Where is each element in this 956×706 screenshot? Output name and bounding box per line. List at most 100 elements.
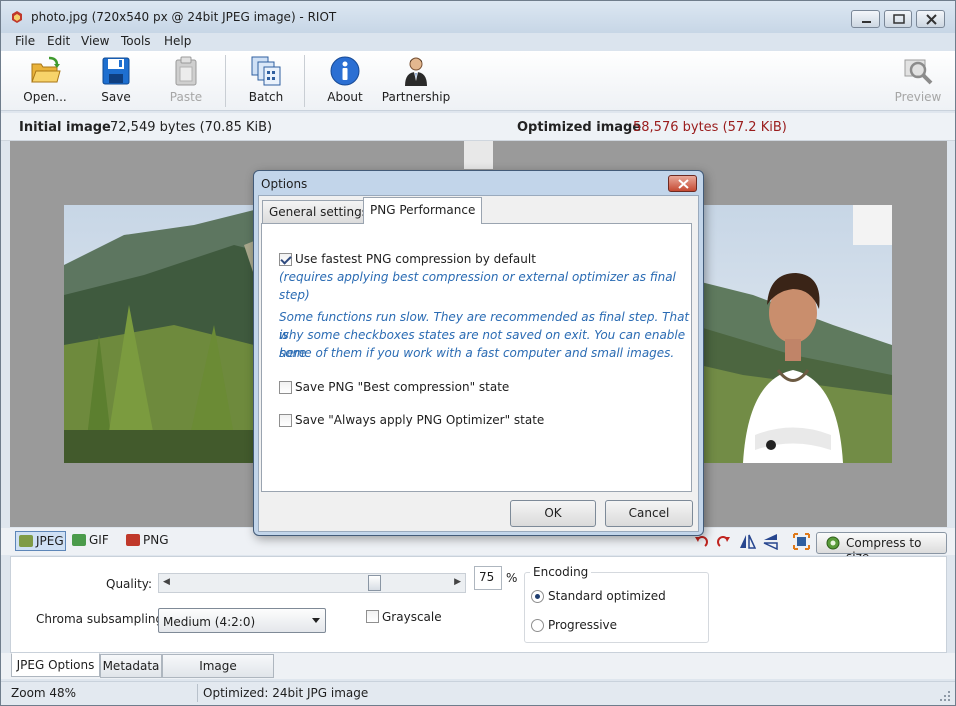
riot-window: photo.jpg (720x540 px @ 24bit JPEG image… xyxy=(0,0,956,706)
chroma-subsampling-value: Medium (4:2:0) xyxy=(163,615,256,629)
status-divider xyxy=(197,684,198,702)
menu-help[interactable]: Help xyxy=(164,34,191,48)
slider-left-arrow-icon[interactable]: ◀ xyxy=(163,577,170,587)
batch-button[interactable]: Batch xyxy=(241,51,291,109)
chroma-subsampling-select[interactable]: Medium (4:2:0) xyxy=(158,608,326,633)
open-folder-icon xyxy=(31,56,61,83)
partnership-label: Partnership xyxy=(381,90,451,104)
title-bar: photo.jpg (720x540 px @ 24bit JPEG image… xyxy=(1,1,955,33)
options-dialog: Options General settings PNG Performance… xyxy=(253,170,704,536)
cancel-button[interactable]: Cancel xyxy=(605,500,693,527)
compress-to-size-button[interactable]: Compress to size xyxy=(816,532,947,564)
preview-label: Preview xyxy=(894,90,942,104)
ok-button[interactable]: OK xyxy=(510,500,596,527)
png-format-tab[interactable]: PNG xyxy=(123,531,175,551)
png-icon xyxy=(126,534,140,546)
info-icon xyxy=(330,56,360,86)
about-button[interactable]: About xyxy=(319,51,371,109)
quality-input[interactable]: 75 xyxy=(474,566,502,590)
jpeg-icon xyxy=(19,535,33,547)
jpeg-format-label: JPEG xyxy=(36,534,64,548)
chevron-down-icon xyxy=(312,618,320,623)
riot-app-icon xyxy=(12,11,22,23)
image-info-bar: Initial image 72,549 bytes (70.85 KiB) O… xyxy=(1,113,955,141)
business-person-icon xyxy=(405,57,427,86)
status-bar: Zoom 48% Optimized: 24bit JPG image xyxy=(1,681,955,705)
gif-format-label: GIF xyxy=(89,533,109,547)
flip-horizontal-icon[interactable] xyxy=(739,533,756,550)
paste-clipboard-icon xyxy=(175,56,197,86)
grayscale-label: Grayscale xyxy=(382,610,442,624)
encoding-group: Encoding xyxy=(524,565,709,643)
compress-gear-icon xyxy=(826,536,840,550)
batch-label: Batch xyxy=(248,90,284,104)
encoding-title: Encoding xyxy=(530,565,592,579)
menu-edit[interactable]: Edit xyxy=(47,34,70,48)
save-button[interactable]: Save xyxy=(91,51,141,109)
about-label: About xyxy=(327,90,363,104)
tab-jpeg-options[interactable]: JPEG Options xyxy=(11,653,100,677)
progressive-radio[interactable] xyxy=(531,619,544,632)
save-disk-icon xyxy=(102,57,130,85)
tab-png-performance[interactable]: PNG Performance xyxy=(363,197,483,224)
initial-image-size: 72,549 bytes (70.85 KiB) xyxy=(110,120,273,135)
minimize-icon xyxy=(862,21,871,23)
fastest-png-label: Use fastest PNG compression by default xyxy=(295,252,536,266)
close-icon xyxy=(926,14,937,25)
dialog-close-button[interactable] xyxy=(668,175,697,192)
quality-unit: % xyxy=(506,571,518,585)
tab-general-settings[interactable]: General settings xyxy=(262,200,375,224)
maximize-button[interactable] xyxy=(884,10,912,28)
close-window-button[interactable] xyxy=(916,10,945,28)
preview-button[interactable]: Preview xyxy=(893,51,943,109)
flip-vertical-icon[interactable] xyxy=(762,533,779,550)
grayscale-checkbox[interactable] xyxy=(366,610,379,623)
save-png-optimizer-checkbox[interactable] xyxy=(279,414,292,427)
toolbar-separator xyxy=(225,55,226,107)
slider-right-arrow-icon[interactable]: ▶ xyxy=(454,577,461,587)
paste-label: Paste xyxy=(169,90,203,104)
standard-optimized-radio[interactable] xyxy=(531,590,544,603)
optimized-image-size: 58,576 bytes (57.2 KiB) xyxy=(633,120,787,135)
menu-view[interactable]: View xyxy=(81,34,109,48)
resize-grip-icon[interactable] xyxy=(939,690,951,702)
progressive-label: Progressive xyxy=(548,618,618,632)
slow-functions-note-line3: some of them if you work with a fast com… xyxy=(279,346,675,360)
fastest-png-note: (requires applying best compression or e… xyxy=(279,270,676,302)
quality-slider-thumb[interactable] xyxy=(368,575,381,591)
save-label: Save xyxy=(101,90,131,104)
save-png-optimizer-label: Save "Always apply PNG Optimizer" state xyxy=(295,413,545,427)
rotate-right-icon[interactable] xyxy=(715,533,732,550)
tab-image-adjustments[interactable]: Image adjustments xyxy=(162,654,274,695)
toolbar-separator xyxy=(304,55,305,107)
initial-image-label: Initial image xyxy=(19,120,111,135)
minimize-button[interactable] xyxy=(851,10,880,28)
menu-tools[interactable]: Tools xyxy=(121,34,151,48)
window-title: photo.jpg (720x540 px @ 24bit JPEG image… xyxy=(31,10,337,24)
gif-format-tab[interactable]: GIF xyxy=(69,531,117,551)
resize-icon[interactable] xyxy=(793,533,810,550)
partnership-button[interactable]: Partnership xyxy=(381,51,451,109)
quality-slider[interactable]: ◀ ▶ xyxy=(158,573,466,593)
save-best-compression-checkbox[interactable] xyxy=(279,381,292,394)
save-best-compression-label: Save PNG "Best compression" state xyxy=(295,380,510,394)
close-icon xyxy=(678,179,689,189)
dialog-body: General settings PNG Performance Use fas… xyxy=(258,195,699,532)
toolbar: Open... Save Paste Batch About Partnersh… xyxy=(1,51,955,111)
fastest-png-checkbox[interactable] xyxy=(279,253,292,266)
png-format-label: PNG xyxy=(143,533,169,547)
paste-button[interactable]: Paste xyxy=(161,51,211,109)
batch-images-icon xyxy=(251,56,281,86)
png-performance-page: Use fastest PNG compression by default (… xyxy=(261,223,692,492)
jpeg-format-tab[interactable]: JPEG xyxy=(15,531,66,551)
optimized-image-label: Optimized image xyxy=(517,120,642,135)
menu-file[interactable]: File xyxy=(15,34,35,48)
open-button[interactable]: Open... xyxy=(15,51,75,109)
open-label: Open... xyxy=(23,90,67,104)
chroma-subsampling-label: Chroma subsampling: xyxy=(36,612,168,626)
zoom-status: Zoom 48% xyxy=(11,686,77,700)
menu-bar: File Edit View Tools Help xyxy=(1,33,955,51)
gif-icon xyxy=(72,534,86,546)
tab-metadata[interactable]: Metadata xyxy=(100,654,162,678)
maximize-icon xyxy=(893,14,905,24)
